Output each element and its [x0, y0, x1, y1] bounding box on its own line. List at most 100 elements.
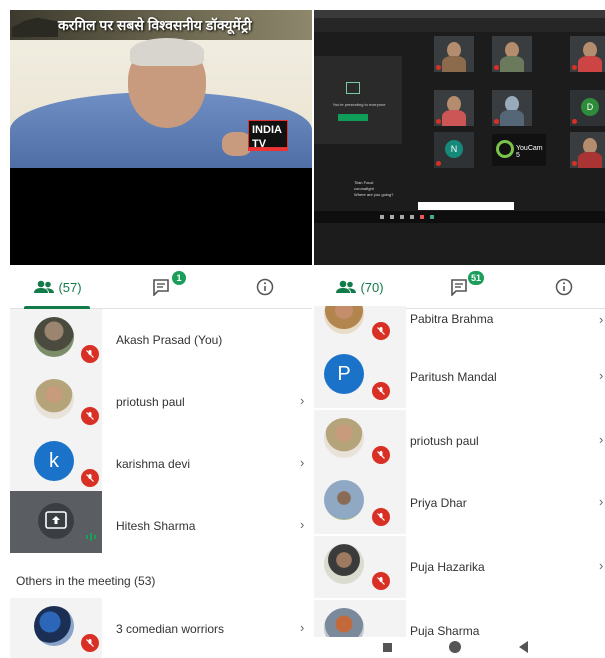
recent-apps-button[interactable] — [383, 643, 392, 652]
android-nav-bar — [313, 637, 605, 658]
chat-icon — [153, 279, 169, 296]
tile-avatar: N — [445, 140, 463, 158]
avatar: k — [34, 441, 74, 481]
participant-avatar-area — [314, 536, 406, 598]
mic-off-icon — [81, 469, 99, 487]
anchor-hair — [130, 38, 204, 66]
tab-info[interactable] — [218, 265, 312, 309]
chevron-right-icon[interactable]: › — [300, 393, 304, 408]
mic-off-icon — [81, 345, 99, 363]
participant-tile — [492, 36, 532, 72]
left-video-feed: करगिल पर सबसे विश्वसनीय डॉक्यूमेंट्री IN… — [10, 10, 312, 265]
home-button[interactable] — [449, 641, 461, 653]
people-count: (70) — [360, 279, 384, 295]
participant-avatar-area: k — [10, 433, 102, 495]
participant-name: Pabitra Brahma — [410, 312, 494, 326]
stop-presenting-button[interactable] — [338, 114, 368, 121]
chevron-right-icon[interactable]: › — [300, 620, 304, 635]
participant-name: Puja Sharma — [410, 624, 480, 637]
participant-tile: D — [570, 90, 605, 126]
participant-row[interactable]: priotush paul › — [314, 410, 605, 472]
youcam-logo-icon — [496, 140, 514, 158]
right-tab-bar: (70) 51 — [314, 265, 605, 309]
participant-row[interactable]: Puja Hazarika › — [314, 536, 605, 598]
tab-chat[interactable]: 1 — [114, 265, 210, 309]
back-button[interactable] — [519, 641, 528, 653]
chevron-right-icon[interactable]: › — [599, 432, 603, 447]
right-meeting-panel: You're presenting to everyone D N YouCam… — [313, 0, 605, 658]
avatar — [324, 418, 364, 458]
tab-people[interactable]: (70) — [314, 265, 406, 309]
participant-row[interactable]: Puja Sharma — [314, 600, 605, 637]
people-icon — [336, 280, 357, 293]
tab-people[interactable]: (57) — [10, 265, 106, 309]
participant-row[interactable]: Priya Dhar › — [314, 472, 605, 534]
audio-level-icon — [86, 533, 96, 541]
chat-unread-badge: 51 — [468, 271, 485, 285]
avatar — [324, 608, 364, 637]
participant-avatar-area — [10, 309, 102, 371]
participant-avatar-area — [10, 598, 102, 658]
participant-name: priotush paul — [116, 395, 185, 409]
youcam-tile: YouCam 5 — [492, 134, 546, 166]
meeting-header-bar — [314, 18, 605, 32]
avatar — [34, 379, 74, 419]
avatar: P — [324, 354, 364, 394]
participant-row[interactable]: k karishma devi › — [10, 433, 312, 495]
participant-avatar-area — [314, 306, 406, 348]
present-screen-icon — [45, 511, 67, 529]
split-screenshot: करगिल पर सबसे विश्वसनीय डॉक्यूमेंट्री IN… — [0, 0, 605, 658]
chat-input-field[interactable] — [418, 202, 514, 210]
participant-tile — [492, 90, 532, 126]
presenting-panel: You're presenting to everyone — [314, 56, 402, 144]
desktop-taskbar — [314, 211, 605, 223]
participant-row[interactable]: Akash Prasad (You) — [10, 309, 312, 371]
participant-row[interactable]: P Paritush Mandal › — [314, 346, 605, 408]
chevron-right-icon[interactable]: › — [599, 494, 603, 509]
participant-name: priotush paul — [410, 434, 479, 448]
tab-chat[interactable]: 51 — [414, 265, 506, 309]
participant-tile — [434, 36, 474, 72]
participant-avatar-area — [314, 600, 406, 637]
channel-logo: INDIA TV — [248, 120, 288, 150]
participant-avatar-area — [10, 491, 102, 553]
participant-tile: N — [434, 132, 474, 168]
others-section-label: Others in the meeting (53) — [16, 574, 156, 588]
channel-logo-underline — [248, 148, 288, 151]
youcam-label: YouCam 5 — [516, 145, 543, 159]
presenting-text: You're presenting to everyone — [332, 102, 386, 107]
present-screen-icon — [346, 82, 360, 94]
participant-row[interactable]: priotush paul › — [10, 371, 312, 433]
people-count: (57) — [58, 279, 82, 295]
participant-avatar-area — [314, 410, 406, 472]
chevron-right-icon[interactable]: › — [599, 558, 603, 573]
chevron-right-icon[interactable]: › — [599, 368, 603, 383]
participant-name: Hitesh Sharma — [116, 519, 196, 533]
mic-off-icon — [372, 508, 390, 526]
people-icon — [34, 280, 55, 293]
participant-avatar-area: P — [314, 346, 406, 408]
participant-name: Puja Hazarika — [410, 560, 485, 574]
participant-avatar-area — [314, 472, 406, 534]
participant-tile — [570, 36, 605, 72]
mic-off-icon — [372, 382, 390, 400]
mic-off-icon — [372, 572, 390, 590]
avatar — [324, 480, 364, 520]
participant-name: karishma devi — [116, 457, 191, 471]
mic-off-icon — [372, 446, 390, 464]
participant-row[interactable]: Pabitra Brahma › — [314, 306, 605, 348]
participant-row[interactable]: 3 comedian worriors › — [10, 598, 312, 658]
left-meeting-panel: करगिल पर सबसे विश्वसनीय डॉक्यूमेंट्री IN… — [0, 0, 312, 658]
chevron-right-icon[interactable]: › — [300, 517, 304, 532]
chat-unread-badge: 1 — [172, 271, 186, 285]
participant-tile — [570, 132, 605, 168]
chevron-right-icon[interactable]: › — [599, 312, 603, 327]
mic-off-icon — [81, 634, 99, 652]
mic-off-icon — [372, 322, 390, 340]
chat-icon — [451, 279, 467, 296]
participant-row[interactable]: Hitesh Sharma › — [10, 491, 312, 557]
tab-info[interactable] — [522, 265, 605, 309]
avatar — [34, 606, 74, 646]
chevron-right-icon[interactable]: › — [300, 455, 304, 470]
info-icon — [256, 278, 274, 296]
